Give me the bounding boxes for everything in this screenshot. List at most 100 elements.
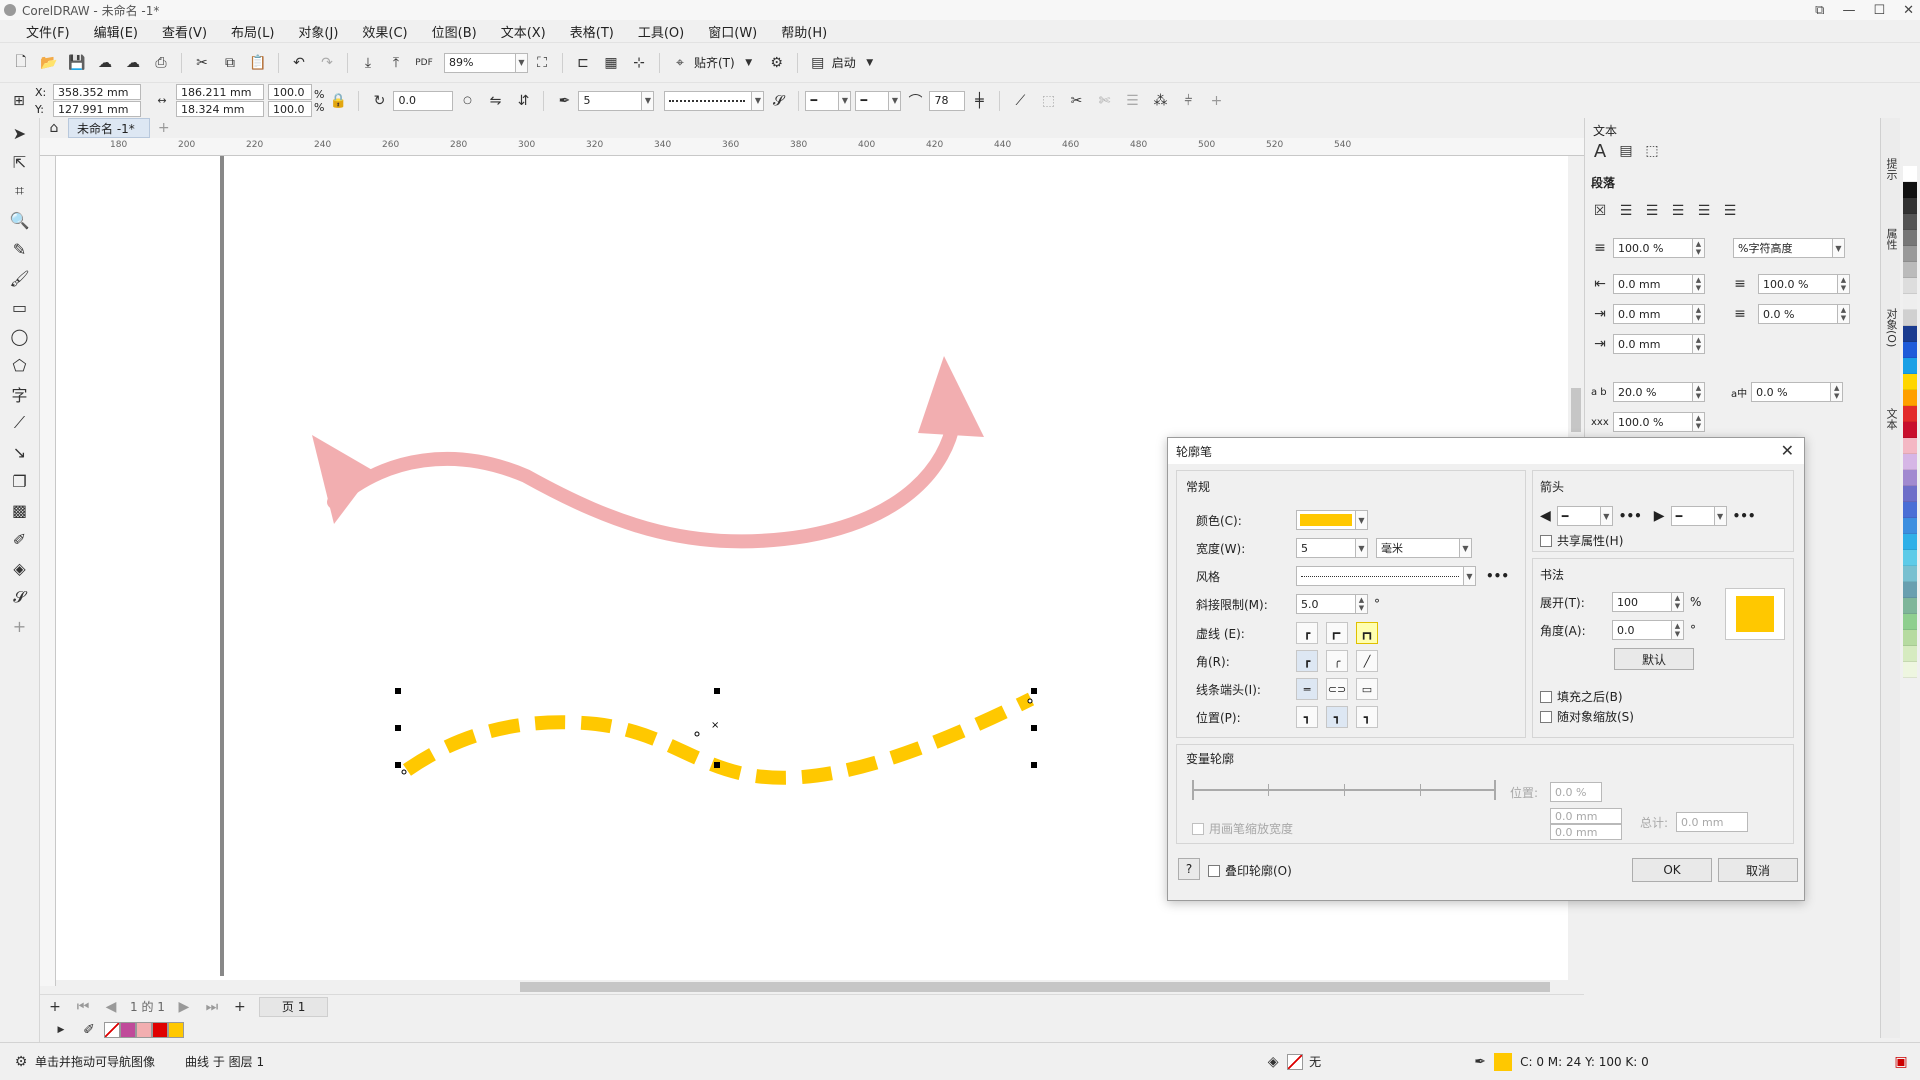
no-color-swatch[interactable] [104,1022,120,1038]
style-select[interactable] [1296,566,1464,586]
start-arrowhead-dropdown[interactable]: ▼ [1600,506,1613,526]
palette-swatch[interactable] [1903,310,1917,326]
palette-expand-icon[interactable]: ▶ [52,1021,70,1039]
right-indent-input[interactable]: 0.0 mm [1613,334,1693,354]
menu-layout[interactable]: 布局(L) [219,22,286,41]
undo-icon[interactable]: ↶ [290,54,308,72]
left-indent-input[interactable]: 0.0 mm [1613,274,1693,294]
horizontal-scrollbar[interactable] [56,980,1584,994]
palette-swatch[interactable] [1903,294,1917,310]
import-icon[interactable]: ⤓ [359,54,377,72]
dash-fixed-icon[interactable]: ┏┓ [1356,622,1378,644]
swatch-magenta[interactable] [120,1022,136,1038]
object-width-input[interactable]: 186.211 mm [176,84,264,100]
palette-swatch[interactable] [1903,614,1917,630]
smart-fill-icon[interactable]: 𝓢 [11,587,29,606]
outline-width-dropdown[interactable]: ▼ [642,90,655,111]
object-height-input[interactable]: 18.324 mm [176,101,264,117]
document-tab[interactable]: 未命名 -1* [68,118,150,138]
vertical-ruler[interactable] [40,156,56,986]
cloud-upload-icon[interactable]: ☁ [96,54,114,72]
position-inside-icon[interactable]: ┓ [1356,706,1378,728]
close-button[interactable]: ✕ [1903,3,1914,18]
miter-limit-input[interactable]: 5.0 [1296,594,1356,614]
horizontal-ruler[interactable]: 180 200 220 240 260 280 300 320 340 360 380 400 420 4… [40,138,1584,156]
align-left-icon[interactable]: ☰ [1617,202,1635,220]
lock-ratio-icon[interactable]: 🔒 [329,92,347,110]
share-attributes-checkbox[interactable] [1540,534,1552,547]
x-position-input[interactable]: 358.352 mm [53,84,141,100]
fill-none-swatch[interactable] [1287,1053,1304,1070]
artistic-media-icon[interactable]: 🖌 [9,269,29,288]
end-arrowhead-dropdown[interactable]: ▼ [1714,506,1727,526]
palette-swatch[interactable] [1903,566,1917,582]
snap-icon[interactable]: ⌖ [671,54,689,72]
palette-swatch[interactable] [1903,390,1917,406]
print-icon[interactable]: ⎙ [152,54,170,72]
width-dropdown[interactable]: ▼ [1356,538,1368,558]
smoothing-slider-icon[interactable]: ╪ [970,92,988,110]
palette-swatch[interactable] [1903,598,1917,614]
zoom-level-input[interactable]: 89% [444,52,516,73]
align-center-icon[interactable]: ☰ [1643,202,1661,220]
palette-swatch[interactable] [1903,246,1917,262]
start-arrow-select[interactable]: ━ [805,90,840,111]
force-justify-icon[interactable]: ☰ [1721,202,1739,220]
menu-view[interactable]: 查看(V) [150,22,219,41]
outline-width-input[interactable]: 5 [578,90,643,111]
zoom-tool-icon[interactable]: 🔍 [10,211,30,230]
eyedropper-icon[interactable]: ✐ [80,1021,98,1039]
palette-swatch[interactable] [1903,630,1917,646]
start-arrowhead-select[interactable]: ━ [1556,506,1601,526]
palette-swatch[interactable] [1903,646,1917,662]
new-document-icon[interactable]: 🗋 [12,54,30,72]
add-tool-icon[interactable]: + [11,617,29,636]
palette-swatch[interactable] [1903,486,1917,502]
line-style-dropdown[interactable]: ▼ [752,90,765,111]
after-paragraph-input[interactable]: 0.0 % [1758,304,1838,324]
fill-behind-checkbox[interactable] [1540,690,1552,703]
paste-icon[interactable]: 📋 [249,54,267,72]
variable-width-track[interactable] [1192,778,1496,802]
distribute-icon[interactable]: ⫩ [1179,92,1197,110]
character-icon[interactable]: A [1591,141,1609,162]
outline-width-field[interactable]: 5 [1296,538,1356,558]
pick-tool-icon[interactable]: ➤ [11,124,29,143]
shape-tool-icon[interactable]: ⇱ [11,153,29,172]
palette-swatch[interactable] [1903,534,1917,550]
transform-icon[interactable]: ⬚ [1039,92,1057,110]
palette-swatch[interactable] [1903,166,1917,182]
extract-icon[interactable]: ⁂ [1151,92,1169,110]
var-width-input-2[interactable]: 0.0 mm [1550,824,1622,840]
open-folder-icon[interactable]: 📂 [40,54,58,72]
var-total-input[interactable]: 0.0 mm [1676,812,1748,832]
end-arrow-select[interactable]: ━ [855,90,890,111]
tab-properties[interactable]: 属性 [1883,228,1899,250]
mirror-vertical-icon[interactable]: ⇵ [514,92,532,110]
reference-point-icon[interactable]: ⊞ [10,92,28,110]
tab-objects[interactable]: 对象(O) [1883,308,1899,347]
cap-square-icon[interactable]: ▭ [1356,678,1378,700]
align-icon[interactable]: ☰ [1123,92,1141,110]
cut-icon[interactable]: ✂ [193,54,211,72]
swatch-pink[interactable] [136,1022,152,1038]
corner-bevel-icon[interactable]: ╱ [1356,650,1378,672]
next-page-icon[interactable]: ▶ [175,998,193,1016]
corner-round-icon[interactable]: ╭ [1326,650,1348,672]
grid-icon[interactable]: ▦ [602,54,620,72]
maximize-button[interactable]: ☐ [1873,3,1885,18]
chevron-down-icon[interactable]: ▼ [861,54,879,72]
position-outside-icon[interactable]: ┓ [1296,706,1318,728]
redo-icon[interactable]: ↷ [318,54,336,72]
style-dropdown[interactable]: ▼ [1464,566,1476,586]
start-arrow-more-button[interactable]: ••• [1619,509,1642,523]
pen-nib-icon[interactable]: ✒ [555,92,573,110]
var-width-input-1[interactable]: 0.0 mm [1550,808,1622,824]
rectangle-tool-icon[interactable]: ▭ [11,298,29,317]
palette-swatch[interactable] [1903,342,1917,358]
restore-small-icon[interactable]: ⧉ [1815,3,1824,18]
justify-icon[interactable]: ☰ [1695,202,1713,220]
new-tab-icon[interactable]: + [155,119,173,137]
menu-bitmaps[interactable]: 位图(B) [420,22,489,41]
smoothing-icon[interactable]: ⌒ [906,92,924,110]
